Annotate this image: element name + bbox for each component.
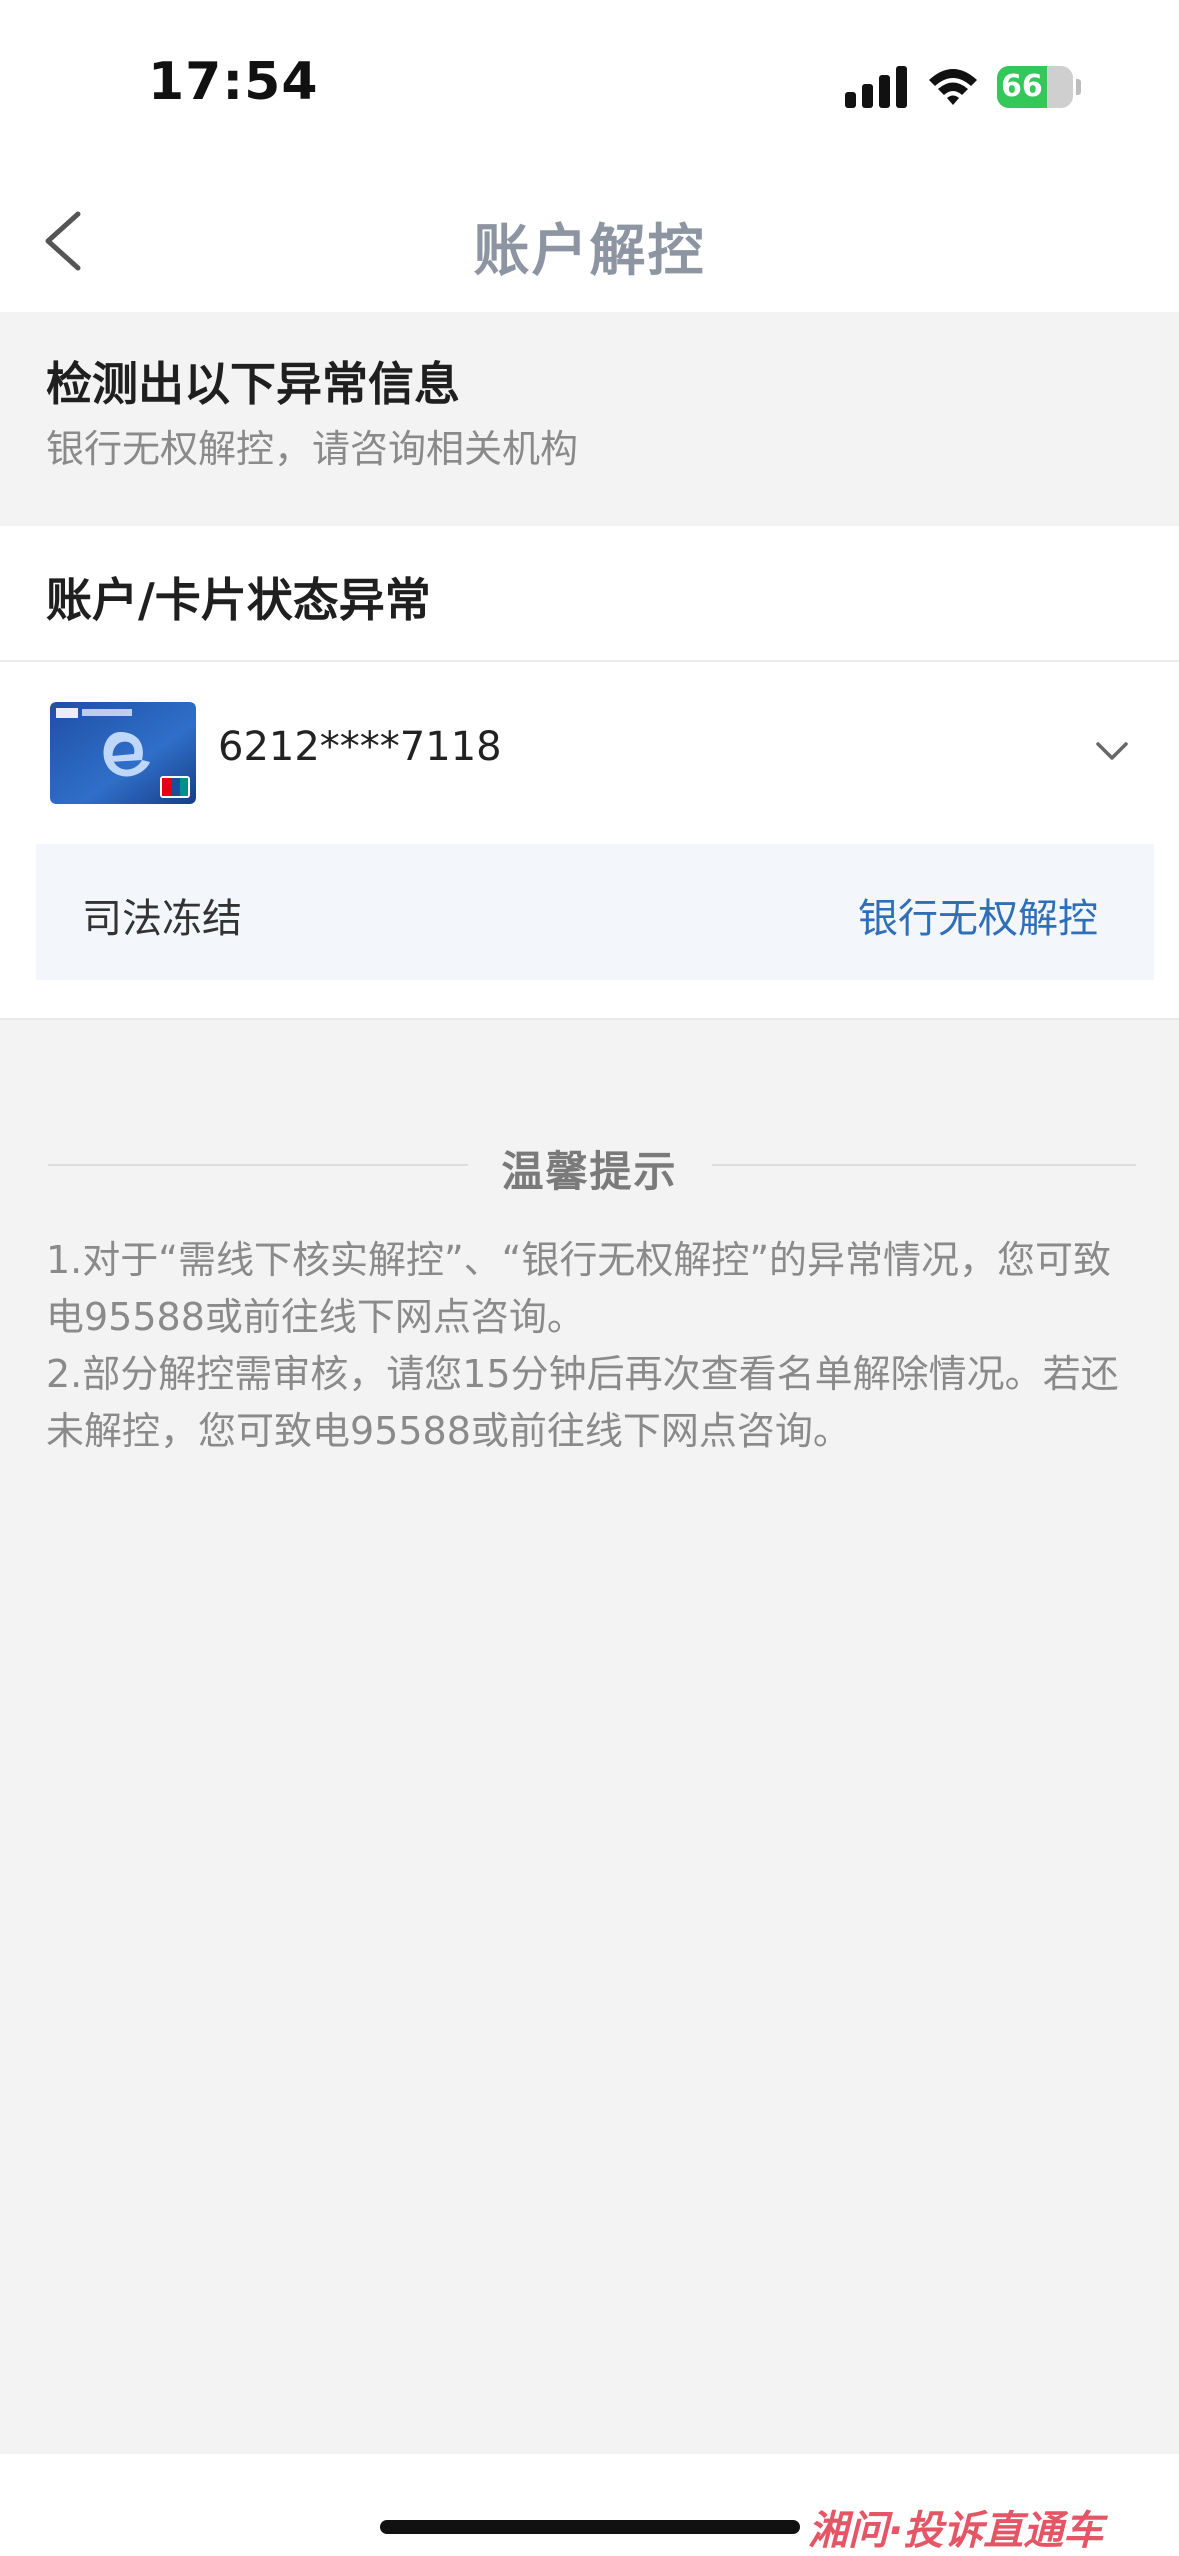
signal-icon <box>845 66 907 108</box>
battery-level-text: 66 <box>1001 69 1043 104</box>
freeze-type-label: 司法冻结 <box>82 896 242 942</box>
status-bar: 17:54 66 <box>0 0 1179 170</box>
tips-title: 温馨提示 <box>501 1147 678 1196</box>
status-detail-row: 司法冻结 银行无权解控 <box>36 844 1154 980</box>
status-time: 17:54 <box>148 52 319 112</box>
alert-section: 检测出以下异常信息 银行无权解控，请咨询相关机构 <box>0 312 1179 526</box>
card-number: 6212****7118 <box>218 724 502 770</box>
page-title: 账户解控 <box>473 219 706 284</box>
wifi-icon <box>929 69 977 105</box>
tips-body: 1.对于“需线下核实解控”、“银行无权解控”的异常情况，您可致电95588或前往… <box>46 1232 1146 1460</box>
battery-body: 66 <box>997 66 1073 108</box>
alert-title: 检测出以下异常信息 <box>46 357 460 411</box>
status-section-header: 账户/卡片状态异常 <box>0 526 1179 662</box>
home-indicator[interactable] <box>380 2520 800 2534</box>
card-row[interactable]: 6212****7118 <box>0 662 1179 846</box>
battery-indicator: 66 <box>997 66 1081 108</box>
tips-header: 温馨提示 <box>0 1130 1179 1200</box>
status-section-title: 账户/卡片状态异常 <box>46 573 431 627</box>
tips-line-1: 1.对于“需线下核实解控”、“银行无权解控”的异常情况，您可致电95588或前往… <box>46 1238 1112 1339</box>
alert-subtitle: 银行无权解控，请咨询相关机构 <box>46 427 579 471</box>
watermark: 湘问·投诉直通车 <box>808 2508 1104 2554</box>
home-bar: 湘问·投诉直通车 <box>0 2454 1179 2556</box>
unfreeze-status-value: 银行无权解控 <box>858 896 1098 942</box>
battery-cap <box>1076 79 1081 95</box>
detail-area: 司法冻结 银行无权解控 <box>0 844 1179 1020</box>
chevron-down-icon[interactable] <box>1094 736 1130 766</box>
tips-line-2: 2.部分解控需审核，请您15分钟后再次查看名单解除情况。若还未解控，您可致电95… <box>46 1352 1119 1453</box>
icbc-card-icon <box>50 702 196 804</box>
nav-bar: 账户解控 <box>0 170 1179 312</box>
divider <box>712 1164 1136 1166</box>
